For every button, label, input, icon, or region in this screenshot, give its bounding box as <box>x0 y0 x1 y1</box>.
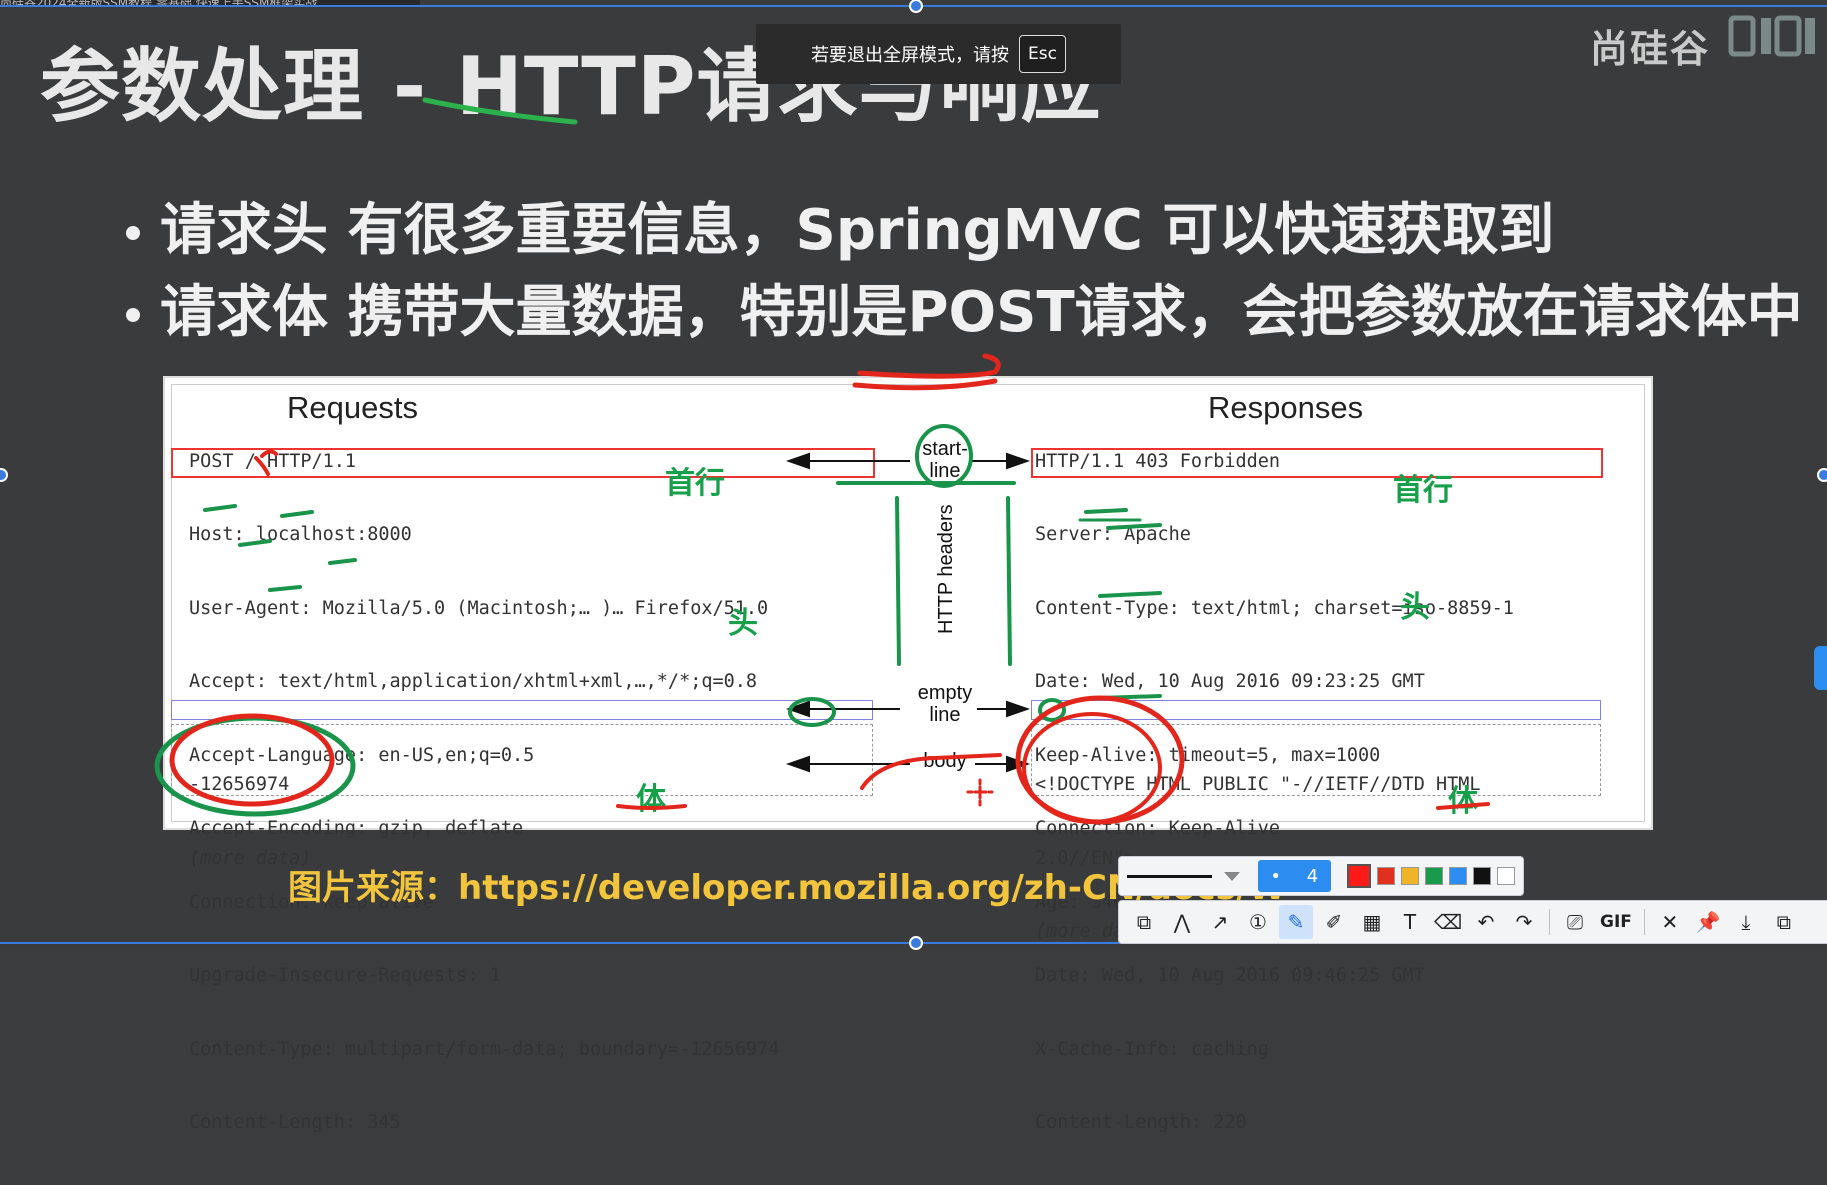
polyline-icon[interactable]: ⋀ <box>1165 905 1199 939</box>
eraser-icon[interactable]: ⌫ <box>1431 905 1465 939</box>
screenshot-icon[interactable]: ⎚ <box>1558 905 1592 939</box>
resize-handle-bottom[interactable] <box>909 936 923 950</box>
color-swatch[interactable] <box>1401 867 1419 885</box>
pen-style-toolbar: • 4 <box>1118 856 1524 896</box>
request-header-line: Upgrade-Insecure-Requests: 1 <box>189 965 501 986</box>
pen-icon[interactable]: ✎ <box>1279 905 1313 939</box>
line-style-preview[interactable] <box>1127 874 1212 878</box>
mosaic-icon[interactable]: ▦ <box>1355 905 1389 939</box>
gif-button[interactable]: GIF <box>1596 905 1636 939</box>
annotation-first-line-left: 首行 <box>665 466 725 501</box>
slide: 尚硅谷2024全新版SSM教程,零基础,快速上手SSM框架实战 参数处理 - H… <box>0 0 1827 1133</box>
esc-key: Esc <box>1019 35 1066 73</box>
text-icon[interactable]: T <box>1393 905 1427 939</box>
pen-size-value: 4 <box>1306 865 1319 887</box>
resize-handle-right[interactable] <box>1817 468 1827 482</box>
arrow-icon[interactable]: ↗ <box>1203 905 1237 939</box>
bullet-item: 请求体 携带大量数据，特别是POST请求，会把参数放在请求体中 <box>120 272 1803 354</box>
bilibili-logo-icon <box>1725 10 1825 70</box>
fullscreen-notice: 若要退出全屏模式，请按 Esc <box>756 24 1121 84</box>
request-header-line: Content-Type: multipart/form-data; bound… <box>189 1038 780 1060</box>
response-header-line: Content-Length: 220 <box>1035 1112 1247 1133</box>
marker-icon[interactable]: ✐ <box>1317 905 1351 939</box>
annotation-head-right: 头 <box>1400 590 1430 625</box>
action-buttons: ✕ 📌 ⤓ ⧉ <box>1653 905 1801 939</box>
response-header-line: X-Cache-Info: caching <box>1035 1038 1269 1060</box>
shape-icon[interactable]: ⧉ <box>1127 905 1161 939</box>
color-swatch[interactable] <box>1377 867 1395 885</box>
chevron-down-icon[interactable] <box>1223 871 1240 881</box>
copy-icon[interactable]: ⧉ <box>1767 905 1801 939</box>
pin-icon[interactable]: 📌 <box>1691 905 1725 939</box>
pen-size-control[interactable]: • 4 <box>1257 860 1331 892</box>
brand-logo-text: 尚硅谷 <box>1590 27 1711 71</box>
resize-handle-left[interactable] <box>0 468 8 482</box>
color-swatch[interactable] <box>1347 864 1371 888</box>
dot-icon: • <box>1270 865 1281 887</box>
annotation-body-right: 体 <box>1448 784 1478 819</box>
toolbar-divider <box>1549 909 1550 935</box>
request-header-line: Content-Length: 345 <box>189 1112 401 1133</box>
annotation-first-line-right: 首行 <box>1393 473 1453 508</box>
annotation-head-left: 头 <box>728 606 758 641</box>
color-swatch[interactable] <box>1425 867 1443 885</box>
number-icon[interactable]: ① <box>1241 905 1275 939</box>
color-swatch[interactable] <box>1473 867 1491 885</box>
color-swatch[interactable] <box>1497 867 1515 885</box>
bullet-list: 请求头 有很多重要信息，SpringMVC 可以快速获取到 请求体 携带大量数据… <box>120 190 1803 354</box>
tool-buttons: ⧉ ⋀ ↗ ① ✎ ✐ ▦ T ⌫ ↶ ↷ <box>1127 905 1541 939</box>
fullscreen-notice-text: 若要退出全屏模式，请按 <box>811 45 1010 66</box>
annotation-body-left: 体 <box>636 782 666 817</box>
color-swatch[interactable] <box>1449 867 1467 885</box>
color-swatches <box>1347 864 1515 888</box>
download-icon[interactable]: ⤓ <box>1729 905 1763 939</box>
side-tab[interactable] <box>1814 646 1827 690</box>
toolbar-divider <box>1643 909 1645 935</box>
resize-handle-top[interactable] <box>909 0 923 13</box>
close-icon[interactable]: ✕ <box>1653 905 1687 939</box>
redo-icon[interactable]: ↷ <box>1507 905 1541 939</box>
bullet-item: 请求头 有很多重要信息，SpringMVC 可以快速获取到 <box>120 190 1803 272</box>
undo-icon[interactable]: ↶ <box>1469 905 1503 939</box>
annotation-tools-toolbar: ⧉ ⋀ ↗ ① ✎ ✐ ▦ T ⌫ ↶ ↷ ⎚ GIF ✕ 📌 ⤓ ⧉ <box>1118 900 1827 944</box>
